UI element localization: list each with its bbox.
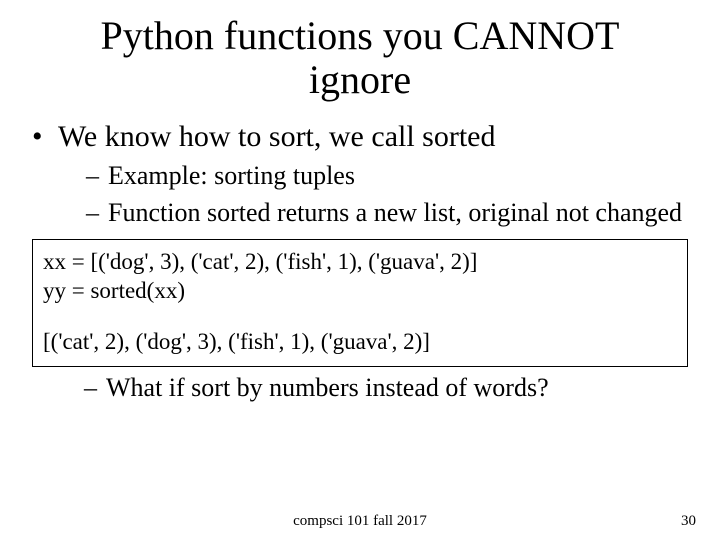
footer-text: compsci 101 fall 2017 bbox=[0, 513, 720, 530]
bullet-item: We know how to sort, we call sorted Exam… bbox=[32, 120, 696, 229]
sub-bullet-list: Example: sorting tuples Function sorted … bbox=[86, 160, 696, 229]
sub-bullet-text: What if sort by numbers instead of words… bbox=[106, 373, 549, 402]
code-line: xx = [('dog', 3), ('cat', 2), ('fish', 1… bbox=[43, 248, 677, 277]
bullet-text: We know how to sort, we call sorted bbox=[58, 120, 496, 153]
sub-bullet-item: What if sort by numbers instead of words… bbox=[84, 373, 696, 403]
sub-bullet-item: Example: sorting tuples bbox=[86, 160, 696, 193]
sub-bullet-text: Function sorted returns a new list, orig… bbox=[108, 198, 682, 227]
code-box: xx = [('dog', 3), ('cat', 2), ('fish', 1… bbox=[32, 239, 688, 367]
slide-title: Python functions you CANNOT ignore bbox=[64, 14, 656, 102]
page-number: 30 bbox=[681, 513, 696, 530]
code-line: yy = sorted(xx) bbox=[43, 277, 677, 306]
sub-bullet-item: Function sorted returns a new list, orig… bbox=[86, 197, 696, 230]
blank-line bbox=[43, 306, 677, 328]
code-output: [('cat', 2), ('dog', 3), ('fish', 1), ('… bbox=[43, 328, 677, 357]
slide: Python functions you CANNOT ignore We kn… bbox=[0, 0, 720, 540]
bullet-list: We know how to sort, we call sorted Exam… bbox=[32, 120, 696, 229]
sub-bullet-text: Example: sorting tuples bbox=[108, 161, 355, 190]
sub-bullet-list-after: What if sort by numbers instead of words… bbox=[84, 373, 696, 403]
